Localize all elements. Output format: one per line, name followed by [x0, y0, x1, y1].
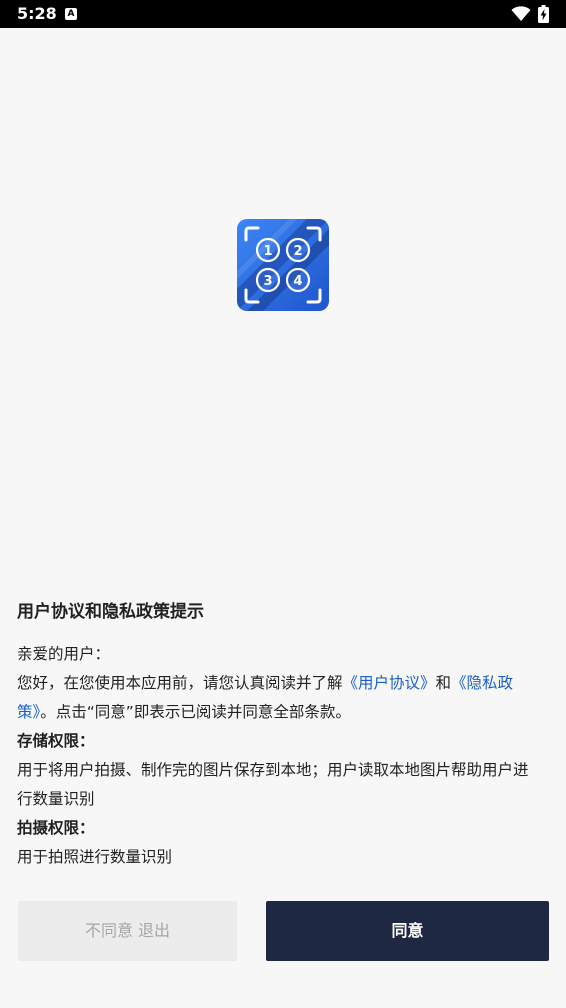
decline-exit-button[interactable]: 不同意 退出: [18, 901, 237, 961]
app-logo-icon: 1 2 3 4: [237, 219, 329, 311]
status-time: 5:28: [17, 4, 57, 23]
notification-a-icon: A: [65, 8, 77, 20]
logo-number: 4: [293, 274, 302, 289]
battery-charging-icon: [538, 5, 549, 23]
main-area: 1 2 3 4 用户协议和隐私政策提示 亲爱的用户： 您好，在您使用本应用前，请…: [0, 28, 566, 1008]
intro-prefix-text: 您好，在您使用本应用前，请您认真阅读并了解: [17, 674, 343, 692]
storage-permission-desc: 用于将用户拍摄、制作完的图片保存到本地；用户读取本地图片帮助用户进行数量识别: [17, 761, 529, 808]
dialog-content: 亲爱的用户： 您好，在您使用本应用前，请您认真阅读并了解《用户协议》和《隐私政策…: [17, 640, 542, 872]
agree-button[interactable]: 同意: [266, 901, 549, 961]
status-bar: 5:28 A: [0, 0, 566, 28]
dialog-title: 用户协议和隐私政策提示: [17, 602, 204, 622]
and-text: 和: [435, 674, 452, 692]
storage-permission-title: 存储权限：: [17, 732, 95, 750]
logo-number: 2: [293, 244, 302, 259]
greeting-text: 亲爱的用户：: [17, 645, 111, 663]
wifi-icon: [511, 6, 531, 21]
user-agreement-link[interactable]: 《用户协议》: [343, 674, 436, 692]
logo-number: 3: [263, 274, 272, 289]
camera-permission-title: 拍摄权限：: [17, 819, 95, 837]
intro-paragraph: 您好，在您使用本应用前，请您认真阅读并了解《用户协议》和《隐私政策》。点击“同意…: [17, 669, 542, 727]
camera-permission-desc: 用于拍照进行数量识别: [17, 848, 173, 866]
logo-number: 1: [263, 244, 272, 259]
intro-suffix-text: 。点击“同意”即表示已阅读并同意全部条款。: [40, 703, 351, 721]
